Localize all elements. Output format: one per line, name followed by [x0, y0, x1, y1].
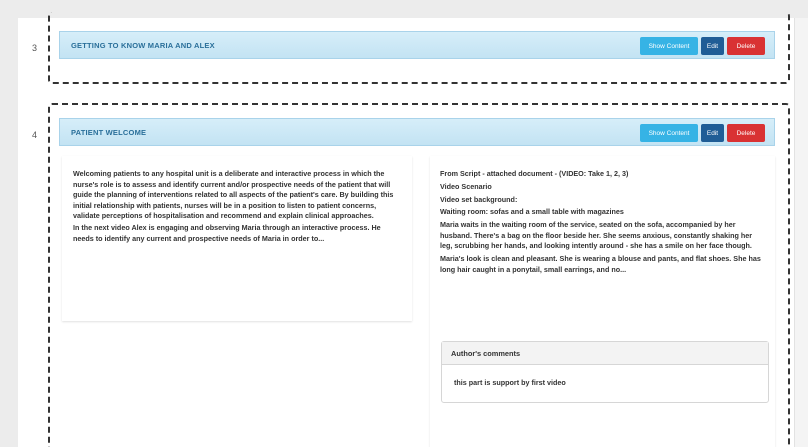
description-card: Welcoming patients to any hospital unit …	[62, 156, 412, 321]
edit-button[interactable]: Edit	[701, 37, 724, 55]
section-number: 4	[32, 130, 38, 140]
script-text: From Script - attached document - (VIDEO…	[440, 169, 765, 275]
section-title: PATIENT WELCOME	[71, 127, 147, 137]
description-text: Welcoming patients to any hospital unit …	[73, 169, 401, 244]
script-paragraph: Maria's look is clean and pleasant. She …	[440, 254, 761, 274]
vertical-scrollbar[interactable]	[794, 18, 808, 447]
authors-comments-header: Author's comments	[442, 342, 768, 365]
section-number: 3	[32, 43, 38, 53]
script-paragraph: Video set background:	[440, 194, 518, 204]
section-header[interactable]: GETTING TO KNOW MARIA AND ALEX Show Cont…	[59, 31, 775, 59]
delete-button[interactable]: Delete	[727, 124, 765, 142]
script-paragraph: From Script - attached document - (VIDEO…	[440, 169, 629, 178]
authors-comments-text: this part is support by first video	[454, 378, 566, 387]
show-content-button[interactable]: Show Content	[640, 37, 698, 55]
script-paragraph: Video Scenario	[440, 181, 492, 191]
authors-comments-panel: Author's comments this part is support b…	[441, 341, 769, 403]
script-paragraph: Waiting room: sofas and a small table wi…	[440, 207, 624, 217]
script-paragraph: Maria waits in the waiting room of the s…	[440, 220, 753, 251]
script-card: From Script - attached document - (VIDEO…	[430, 156, 775, 447]
section-actions: Show Content Edit Delete	[640, 124, 765, 142]
description-paragraph: In the next video Alex is engaging and o…	[73, 222, 381, 243]
section-title: GETTING TO KNOW MARIA AND ALEX	[71, 40, 215, 50]
description-paragraph: Welcoming patients to any hospital unit …	[73, 169, 394, 221]
section-header[interactable]: PATIENT WELCOME Show Content Edit Delete	[59, 118, 775, 146]
content-page: 3 GETTING TO KNOW MARIA AND ALEX Show Co…	[18, 12, 808, 447]
delete-button[interactable]: Delete	[727, 37, 765, 55]
section-actions: Show Content Edit Delete	[640, 37, 765, 55]
edit-button[interactable]: Edit	[701, 124, 724, 142]
show-content-button[interactable]: Show Content	[640, 124, 698, 142]
